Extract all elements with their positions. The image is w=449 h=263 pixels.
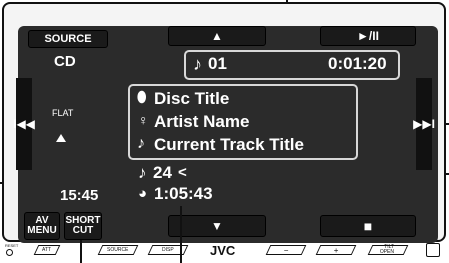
- disc-title: Disc Title: [154, 89, 230, 108]
- av-menu-button[interactable]: AV MENU: [24, 212, 60, 240]
- open-label: OPEN: [379, 249, 394, 255]
- eq-mode-label[interactable]: FLAT: [52, 108, 73, 118]
- artist-name: Artist Name: [154, 112, 250, 131]
- artist-icon: ♀: [138, 112, 149, 128]
- callout-bottom-left: [80, 240, 82, 263]
- short-cut-button[interactable]: SHORT CUT: [64, 212, 102, 240]
- source-key[interactable]: SOURCE: [97, 245, 139, 255]
- volume-down-key[interactable]: −: [265, 245, 307, 255]
- short-cut-line2: CUT: [72, 225, 94, 236]
- callout-arrow-icon: <: [178, 164, 187, 181]
- total-tracks: 24: [153, 163, 172, 182]
- stop-button[interactable]: ■: [320, 215, 416, 237]
- total-time: 1:05:43: [154, 184, 213, 203]
- reset-button[interactable]: [6, 249, 13, 256]
- current-track-title: Current Track Title: [154, 135, 304, 154]
- brand-logo: JVC: [210, 243, 236, 258]
- eject-key[interactable]: [426, 243, 440, 257]
- down-button[interactable]: ▼: [168, 215, 266, 237]
- track-title-note-icon: ♪: [137, 135, 145, 152]
- reset-label: RESET: [5, 243, 19, 248]
- total-tracks-note-icon: ♪: [138, 163, 147, 182]
- clock-icon: ◕: [138, 185, 148, 202]
- elapsed-time: 0:01:20: [328, 54, 387, 73]
- next-track-button[interactable]: ▶▶I: [413, 78, 435, 170]
- callout-bottom-center: [180, 206, 182, 263]
- up-button[interactable]: ▲: [168, 26, 266, 46]
- disc-icon: ⬮: [137, 89, 147, 106]
- tilt-open-key[interactable]: TILT OPEN: [367, 244, 409, 255]
- music-note-icon: ♪: [193, 54, 202, 74]
- car-receiver-unit: SOURCE ▲ ►/II CD ♪ 01 0:01:20 I◀◀ ▶▶I FL…: [0, 0, 449, 263]
- source-button[interactable]: SOURCE: [28, 30, 108, 48]
- source-name: CD: [54, 53, 76, 70]
- prev-track-button[interactable]: I◀◀: [13, 78, 35, 170]
- volume-up-key[interactable]: +: [315, 245, 357, 255]
- av-menu-line2: MENU: [27, 225, 57, 236]
- eq-callout-arrowhead: [56, 134, 66, 142]
- clock-display: 15:45: [60, 187, 99, 204]
- disp-key[interactable]: DISP: [147, 245, 189, 255]
- play-pause-button[interactable]: ►/II: [320, 26, 416, 46]
- att-key[interactable]: ATT: [33, 245, 61, 255]
- track-number: 01: [208, 54, 227, 73]
